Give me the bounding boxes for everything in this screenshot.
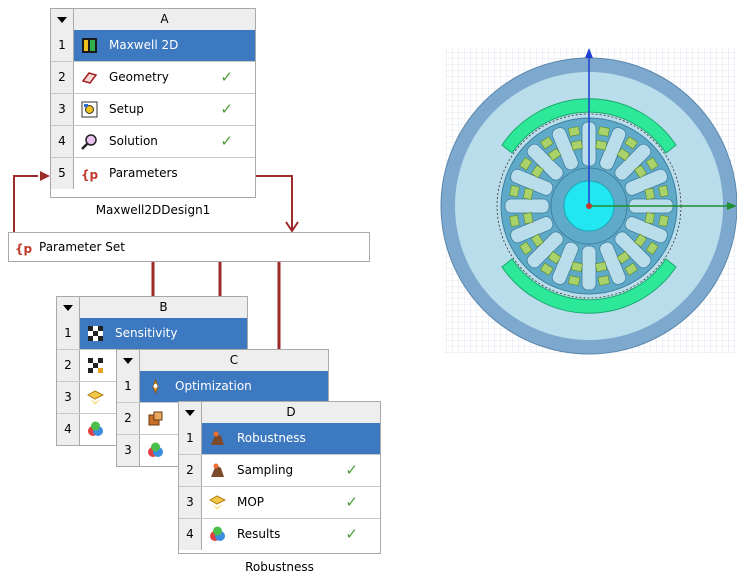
system-c-header[interactable]: C [117,350,328,372]
check-icon: ✓ [345,525,358,543]
solution-icon [81,134,97,150]
svg-text:{p}: {p} [15,242,32,256]
row-number: 2 [57,350,80,381]
row-label: Solution [109,134,158,148]
maxwell-2d-icon [82,38,97,53]
system-a-menu-arrow-icon[interactable] [51,9,74,30]
check-icon: ✓ [220,100,233,118]
row-label: Geometry [109,70,169,84]
system-a-row-4[interactable]: 4 Solution ✓ [51,126,255,158]
row-label: Sampling [237,463,294,477]
system-d-row-2[interactable]: 2 Sampling ✓ [179,455,380,487]
sensitivity-icon [88,326,103,341]
row-label: Sensitivity [115,326,178,340]
origin-marker [586,203,592,209]
row-number: 4 [179,519,202,550]
row-number: 1 [117,371,140,402]
system-d-header[interactable]: D [179,402,380,424]
row-label: Robustness [237,431,306,445]
row-number: 3 [117,435,140,466]
svg-text:{p}: {p} [81,168,98,182]
geometry-icon [81,72,98,84]
check-icon: ✓ [345,461,358,479]
system-b-row-1[interactable]: 1 Sensitivity [57,318,247,350]
row-label: Results [237,527,281,541]
system-c-menu-arrow-icon[interactable] [117,350,140,371]
row-label: Maxwell 2D [109,38,179,52]
row-number: 2 [117,403,140,434]
row-number: 1 [179,423,202,454]
mop-icon [87,390,104,405]
row-number: 1 [51,30,74,61]
system-b-header[interactable]: B [57,297,247,319]
row-number: 2 [179,455,202,486]
parameter-set-bar[interactable]: {p} Parameter Set [8,232,370,262]
results-icon [88,421,103,436]
mop-icon [209,495,226,510]
system-d-row-3[interactable]: 3 MOP ✓ [179,487,380,519]
row-label: Setup [109,102,144,116]
system-c-column-label: C [229,353,239,367]
row-number: 3 [57,382,80,413]
arrow-head-in [40,171,50,181]
system-a[interactable]: A 1 Maxwell 2D 2 Geometry ✓ 3 Setup ✓ 4 … [50,8,256,198]
system-a-header[interactable]: A [51,9,255,31]
system-a-row-1[interactable]: 1 Maxwell 2D [51,30,255,62]
parameter-set-icon: {p} [15,242,32,256]
setup-icon [81,101,98,118]
row-number: 5 [51,158,74,189]
system-d-row-1[interactable]: 1 Robustness [179,423,380,455]
robustness-icon [211,431,224,445]
row-label: Parameters [109,166,178,180]
parameter-set-label: Parameter Set [39,240,125,254]
sampling-icon [211,463,224,477]
system-b-menu-arrow-icon[interactable] [57,297,80,318]
results-icon [210,526,225,541]
results-icon [148,442,163,457]
row-number: 2 [51,62,74,93]
sampling-icon [88,358,103,373]
optimization-icon [152,378,159,395]
check-icon: ✓ [220,68,233,86]
parameters-loop-link [13,175,38,232]
system-a-row-5[interactable]: 5 {p} Parameters [51,158,255,190]
system-b-column-label: B [159,300,168,314]
system-a-row-3[interactable]: 3 Setup ✓ [51,94,255,126]
system-d-menu-arrow-icon[interactable] [179,402,202,423]
row-number: 4 [51,126,74,157]
system-d-column-label: D [286,405,296,419]
check-icon: ✓ [345,493,358,511]
row-number: 1 [57,318,80,349]
system-a-caption[interactable]: Maxwell2DDesign1 [50,203,256,217]
motor-geometry-view [440,48,737,355]
row-number: 3 [51,94,74,125]
optimizer-icon [148,411,163,426]
system-d[interactable]: D 1 Robustness 2 Sampling ✓ 3 MOP ✓ 4 Re… [178,401,381,554]
row-label: Optimization [175,379,252,393]
system-c-row-1[interactable]: 1 Optimization [117,371,328,403]
row-number: 3 [179,487,202,518]
check-icon: ✓ [220,132,233,150]
row-label: MOP [237,495,265,509]
system-a-column-label: A [160,12,169,26]
system-a-row-2[interactable]: 2 Geometry ✓ [51,62,255,94]
system-d-row-4[interactable]: 4 Results ✓ [179,519,380,551]
parameters-icon: {p} [81,168,98,182]
system-d-caption[interactable]: Robustness [178,560,381,574]
row-number: 4 [57,414,80,445]
